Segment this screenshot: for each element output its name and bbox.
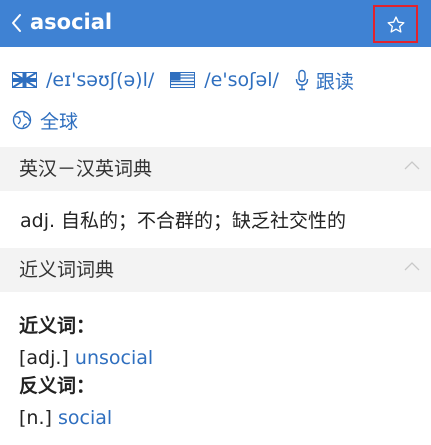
chevron-up-icon[interactable] [403,260,421,272]
uk-flag-icon [12,72,37,88]
pronunciation-row: /eɪ'səʊʃ(ə)l/ /e'soʃəl/ 跟读 [12,66,354,94]
top-bar: asocial [0,0,431,47]
us-flag-icon [170,72,196,88]
part-of-speech: [adj.] [19,347,69,369]
section-title: 近义词词典 [19,259,115,281]
microphone-icon [295,69,309,91]
read-along-button[interactable]: 跟读 [316,67,354,94]
section-title: 英汉－汉英词典 [19,158,153,180]
synonyms-heading: 近义词： [19,315,96,337]
section-header-synonyms[interactable]: 近义词词典 [0,248,431,292]
back-icon[interactable] [8,9,28,37]
us-phonetic[interactable]: /e'soʃəl/ [204,69,279,91]
global-label: 全球 [40,110,79,133]
synonym-link[interactable]: unsocial [75,347,153,369]
antonyms-heading: 反义词： [19,375,96,397]
page-title: asocial [30,10,113,34]
section-header-en-zh[interactable]: 英汉－汉英词典 [0,147,431,191]
chevron-up-icon[interactable] [403,159,421,171]
star-icon [387,16,405,33]
part-of-speech: [n.] [19,407,52,429]
synonym-item: [adj.] unsocial [19,344,153,372]
favorite-button[interactable] [373,5,418,43]
globe-icon [12,110,32,130]
global-pronunciation-row[interactable]: 全球 [12,106,78,134]
uk-phonetic[interactable]: /eɪ'səʊʃ(ə)l/ [46,69,154,91]
antonym-link[interactable]: social [58,407,112,429]
definition-text: adj. 自私的；不合群的；缺乏社交性的 [20,210,347,232]
antonym-item: [n.] social [19,404,112,432]
